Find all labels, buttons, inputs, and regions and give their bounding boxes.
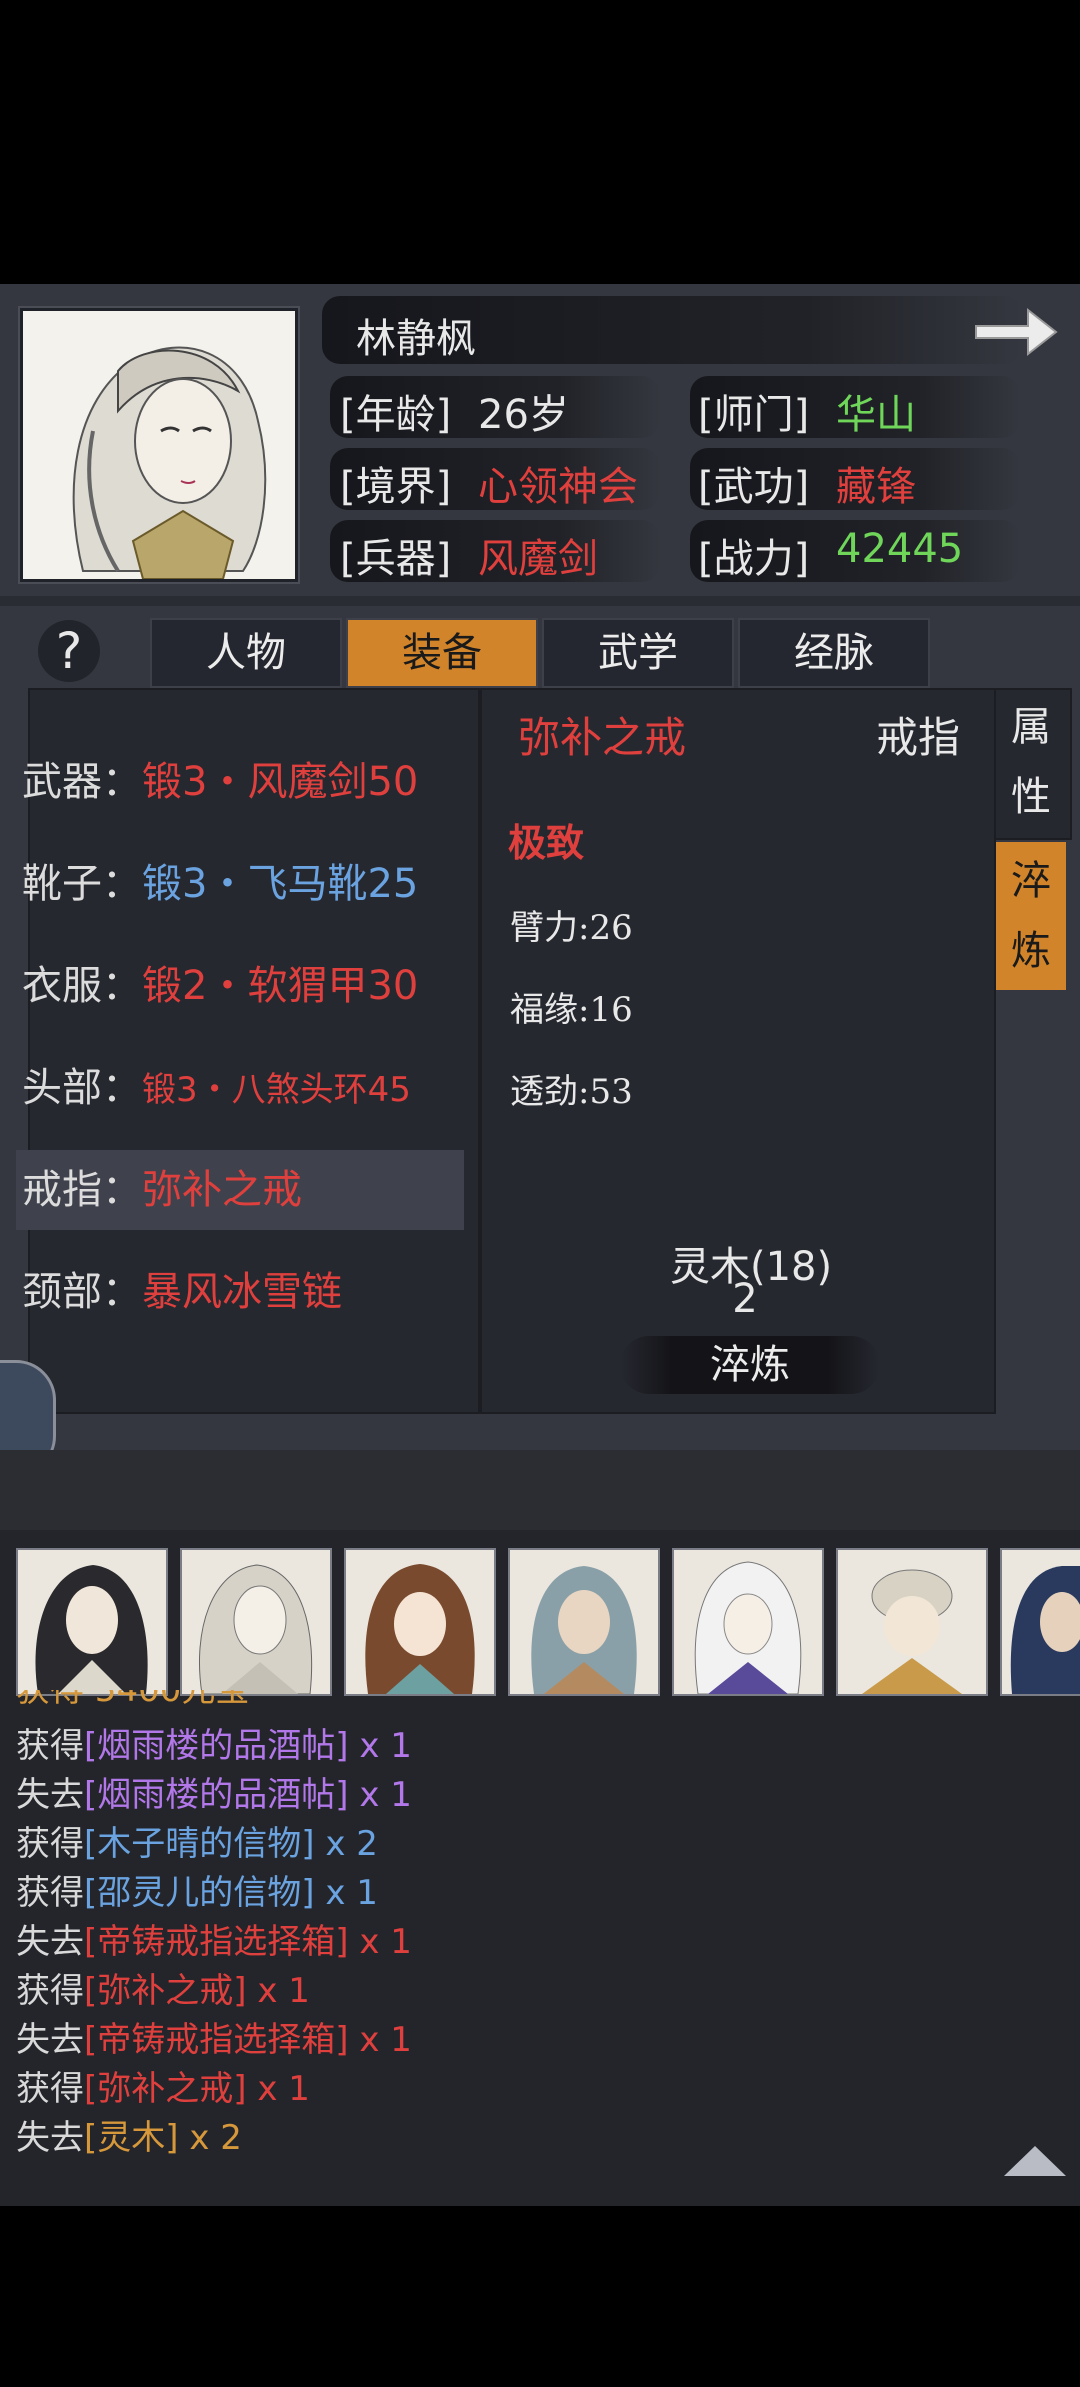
log-item: [帝铸戒指选择箱] xyxy=(84,1922,349,1962)
item-name: 锻3・风魔剑50 xyxy=(142,759,419,805)
slot-label: 武器： xyxy=(22,759,142,805)
equipment-row-ring[interactable]: 戒指：弥补之戒 xyxy=(16,1150,464,1230)
log-action: 失去 xyxy=(16,2020,84,2060)
item-name: 弥补之戒 xyxy=(142,1167,302,1213)
log-action: 失去 xyxy=(16,1922,84,1962)
log-text: 获得 5400元宝 xyxy=(16,1690,249,1708)
log-line: 失去[帝铸戒指选择箱] x 1 xyxy=(16,2012,412,2061)
log-line: 获得[弥补之戒] x 1 xyxy=(16,2061,310,2110)
detail-stat: 透劲:53 xyxy=(510,1072,633,1112)
help-icon[interactable]: ? xyxy=(38,620,100,682)
log-action: 失去 xyxy=(16,2118,84,2158)
tab-meridians[interactable]: 经脉 xyxy=(738,618,930,688)
refine-button[interactable]: 淬炼 xyxy=(620,1336,880,1394)
log-action: 获得 xyxy=(16,1873,84,1913)
log-item: [邵灵儿的信物] xyxy=(84,1873,315,1913)
slot-label: 衣服： xyxy=(22,963,142,1009)
equipment-row-clothes[interactable]: 衣服：锻2・软猬甲30 xyxy=(22,946,462,1026)
detail-item-type: 戒指 xyxy=(876,713,961,762)
power-value: 42445 xyxy=(836,526,964,572)
log-line: 失去[帝铸戒指选择箱] x 1 xyxy=(16,1914,412,1963)
skill-label: [武功] xyxy=(698,464,810,510)
slot-label: 颈部： xyxy=(22,1269,142,1315)
log-count: x 1 xyxy=(325,1873,378,1913)
log-action: 获得 xyxy=(16,1971,84,2011)
detail-stat: 福缘:16 xyxy=(510,990,633,1030)
slot-label: 靴子： xyxy=(22,861,142,907)
item-name: 暴风冰雪链 xyxy=(142,1269,342,1315)
log-count: x 2 xyxy=(189,2118,242,2158)
log-count: x 2 xyxy=(325,1824,378,1864)
detail-item-name: 弥补之戒 xyxy=(518,713,687,762)
power-label: [战力] xyxy=(698,536,810,582)
companion-portrait[interactable] xyxy=(836,1548,988,1696)
companion-portrait[interactable] xyxy=(672,1548,824,1696)
log-count: x 1 xyxy=(359,2020,412,2060)
log-line: 获得[邵灵儿的信物] x 1 xyxy=(16,1865,378,1914)
refine-material-count: 2 xyxy=(732,1276,758,1322)
log-item: [烟雨楼的品酒帖] xyxy=(84,1775,349,1815)
log-action: 失去 xyxy=(16,1775,84,1815)
log-item: [弥补之戒] xyxy=(84,2069,247,2109)
log-line-partial: 获得 5400元宝 xyxy=(16,1690,249,1708)
log-count: x 1 xyxy=(257,1971,310,2011)
log-line: 获得[弥补之戒] x 1 xyxy=(16,1963,310,2012)
character-name: 林静枫 xyxy=(356,316,476,362)
side-tab-char: 炼 xyxy=(1011,928,1051,974)
item-name: 锻3・飞马靴25 xyxy=(142,861,419,907)
panel-footer xyxy=(0,1450,1080,1530)
log-line: 获得[烟雨楼的品酒帖] x 1 xyxy=(16,1718,412,1767)
equipment-row-head[interactable]: 头部：锻3・八煞头环45 xyxy=(22,1048,462,1128)
log-item: [弥补之戒] xyxy=(84,1971,247,2011)
log-item: [烟雨楼的品酒帖] xyxy=(84,1726,349,1766)
companion-portrait[interactable] xyxy=(1000,1548,1080,1696)
weapon-label: [兵器] xyxy=(340,536,452,582)
equipment-row-neck[interactable]: 颈部：暴风冰雪链 xyxy=(22,1252,462,1332)
slot-label: 戒指： xyxy=(22,1167,142,1213)
scroll-up-icon[interactable] xyxy=(1000,2140,1070,2180)
log-count: x 1 xyxy=(359,1922,412,1962)
divider xyxy=(0,596,1080,606)
weapon-value: 风魔剑 xyxy=(478,536,598,582)
tab-equipment[interactable]: 装备 xyxy=(346,618,538,688)
log-item: [灵木] xyxy=(84,2118,179,2158)
slot-label: 头部： xyxy=(22,1065,142,1111)
equipment-row-boots[interactable]: 靴子：锻3・飞马靴25 xyxy=(22,844,462,924)
skill-value: 藏锋 xyxy=(836,464,916,510)
realm-value: 心领神会 xyxy=(478,464,638,510)
companion-portrait[interactable] xyxy=(16,1548,168,1696)
log-line: 失去[灵木] x 2 xyxy=(16,2110,242,2159)
side-tab-char: 淬 xyxy=(1011,858,1051,904)
log-item: [帝铸戒指选择箱] xyxy=(84,2020,349,2060)
log-count: x 1 xyxy=(359,1775,412,1815)
character-portrait xyxy=(20,308,298,582)
age-value: 26岁 xyxy=(478,392,569,438)
companion-portrait[interactable] xyxy=(180,1548,332,1696)
tab-character[interactable]: 人物 xyxy=(150,618,342,688)
next-arrow-icon[interactable] xyxy=(970,300,1060,364)
log-action: 获得 xyxy=(16,1824,84,1864)
detail-stat: 臂力:26 xyxy=(510,908,633,948)
age-label: [年龄] xyxy=(340,392,452,438)
sect-value: 华山 xyxy=(836,392,916,438)
detail-quality: 极致 xyxy=(508,820,585,865)
log-count: x 1 xyxy=(257,2069,310,2109)
log-count: x 1 xyxy=(359,1726,412,1766)
equipment-row-weapon[interactable]: 武器：锻3・风魔剑50 xyxy=(22,742,462,822)
companion-portrait[interactable] xyxy=(508,1548,660,1696)
item-name: 锻2・软猬甲30 xyxy=(142,963,419,1009)
log-action: 获得 xyxy=(16,1726,84,1766)
log-item: [木子晴的信物] xyxy=(84,1824,315,1864)
tab-martial-arts[interactable]: 武学 xyxy=(542,618,734,688)
log-line: 获得[木子晴的信物] x 2 xyxy=(16,1816,378,1865)
side-tab-char: 性 xyxy=(1011,774,1051,820)
item-name: 锻3・八煞头环45 xyxy=(142,1070,411,1110)
realm-label: [境界] xyxy=(340,464,452,510)
log-action: 获得 xyxy=(16,2069,84,2109)
sect-label: [师门] xyxy=(698,392,810,438)
log-line: 失去[烟雨楼的品酒帖] x 1 xyxy=(16,1767,412,1816)
portrait-illustration xyxy=(72,346,267,579)
side-tab-char: 属 xyxy=(1011,704,1051,750)
companion-portrait[interactable] xyxy=(344,1548,496,1696)
